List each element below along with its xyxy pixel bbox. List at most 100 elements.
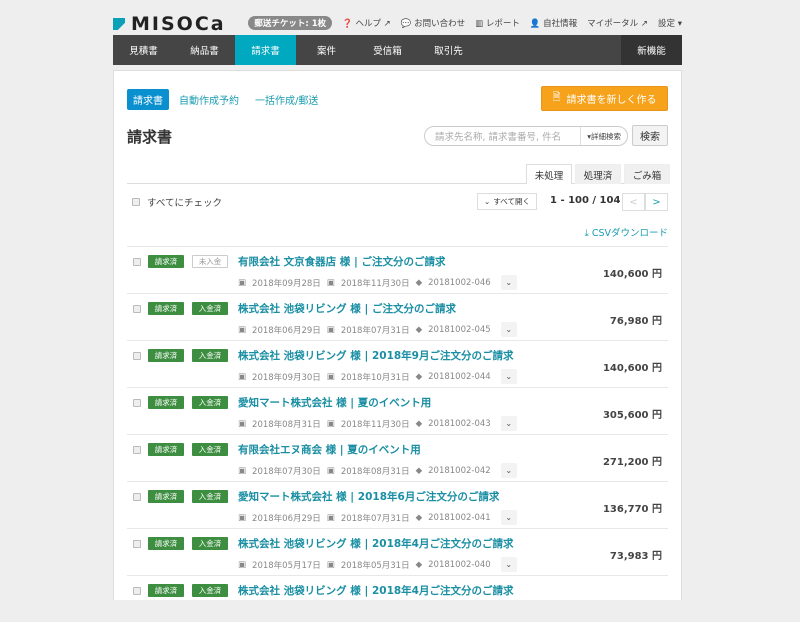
nav-projects[interactable]: 案件	[296, 35, 357, 65]
status-badge: 請求済	[148, 349, 184, 362]
tag-icon: ◆	[415, 324, 423, 335]
row-checkbox[interactable]	[133, 446, 141, 454]
new-invoice-button[interactable]: 🗎 請求書を新しく作る	[541, 86, 668, 111]
tab-trash[interactable]: ごみ箱	[624, 164, 670, 184]
invoice-title-link[interactable]: 株式会社 池袋リビング 様 | 2018年4月ご注文分のご請求	[238, 583, 514, 598]
contact-link[interactable]: 💬 お問い合わせ	[401, 17, 465, 29]
invoice-row: 請求済 入金済 有限会社エヌ商会 様 | 夏のイベント用 ▣ 2018年07月30日…	[127, 434, 668, 481]
prev-page-button[interactable]: <	[622, 193, 645, 211]
expand-button[interactable]: ⌄	[500, 510, 517, 525]
nav-invoices[interactable]: 請求書	[235, 35, 296, 65]
payment-badge[interactable]: 入金済	[192, 443, 228, 456]
search-button[interactable]: 検索	[632, 125, 668, 146]
next-page-button[interactable]: >	[645, 193, 668, 211]
payment-badge[interactable]: 入金済	[192, 537, 228, 550]
nav-delivery[interactable]: 納品書	[174, 35, 235, 65]
expand-button[interactable]: ⌄	[500, 275, 517, 290]
row-checkbox[interactable]	[133, 399, 141, 407]
row-checkbox[interactable]	[133, 540, 141, 548]
invoice-meta: ▣ 2018年05月17日 ▣ 2018年05月31日 ◆ 20181002-040 ⌄	[238, 557, 517, 572]
advanced-search-toggle[interactable]: ▾ 詳細検索	[580, 127, 627, 145]
nav-estimates[interactable]: 見積書	[113, 35, 174, 65]
subtab-bulk[interactable]: 一括作成/郵送	[255, 92, 318, 107]
check-all[interactable]: すべてにチェック	[132, 195, 222, 209]
top-links: 郵送チケット: 1枚 ❓ ヘルプ ↗ 💬 お問い合わせ ▥ レポート 👤 自社情…	[248, 16, 682, 30]
invoice-row: 請求済 入金済 愛知マート株式会社 様 | 2018年6月ご注文分のご請求 ▣ 20…	[127, 481, 668, 528]
nav-new-features[interactable]: 新機能	[621, 35, 682, 65]
invoice-title-link[interactable]: 株式会社 池袋リビング 様 | 2018年4月ご注文分のご請求	[238, 536, 514, 551]
expand-button[interactable]: ⌄	[500, 557, 517, 572]
status-badge: 請求済	[148, 302, 184, 315]
invoice-title-link[interactable]: 株式会社 池袋リビング 様 | ご注文分のご請求	[238, 301, 456, 316]
payment-badge[interactable]: 入金済	[192, 396, 228, 409]
invoice-title-link[interactable]: 株式会社 池袋リビング 様 | 2018年9月ご注文分のご請求	[238, 348, 514, 363]
filter-tabs: 未処理 処理済 ごみ箱	[127, 164, 670, 184]
subtab-invoices[interactable]: 請求書	[127, 89, 169, 110]
invoice-amount: 271,200 円	[602, 457, 662, 468]
expand-button[interactable]: ⌄	[500, 463, 517, 478]
invoice-title-link[interactable]: 有限会社エヌ商会 様 | 夏のイベント用	[238, 442, 421, 457]
main-nav: 見積書 納品書 請求書 案件 受信箱 取引先 新機能	[113, 35, 682, 65]
invoice-title-link[interactable]: 愛知マート株式会社 様 | 夏のイベント用	[238, 395, 431, 410]
row-checkbox[interactable]	[133, 305, 141, 313]
row-checkbox[interactable]	[133, 258, 141, 266]
open-all-button[interactable]: ⌄ すべて開く	[477, 193, 537, 210]
invoice-amount: 73,983 円	[609, 551, 662, 562]
calendar-icon: ▣	[238, 512, 247, 523]
tab-unprocessed[interactable]: 未処理	[526, 164, 572, 184]
company-link[interactable]: 👤 自社情報	[530, 17, 577, 29]
invoice-meta: ▣ 2018年06月29日 ▣ 2018年07月31日 ◆ 20181002-041 ⌄	[238, 510, 517, 525]
calendar-icon: ▣	[326, 559, 335, 570]
invoice-row: 請求済 入金済 株式会社 池袋リビング 様 | ご注文分のご請求 ▣ 2018年06…	[127, 293, 668, 340]
calendar-icon: ▣	[326, 371, 335, 382]
calendar-icon: ▣	[238, 324, 247, 335]
document-icon: 🗎	[552, 92, 561, 103]
settings-menu[interactable]: 設定 ▾	[658, 17, 682, 29]
invoice-row: 請求済 入金済 愛知マート株式会社 様 | 夏のイベント用 ▣ 2018年08月31…	[127, 387, 668, 434]
row-checkbox[interactable]	[133, 587, 141, 595]
tab-processed[interactable]: 処理済	[575, 164, 621, 184]
payment-badge[interactable]: 入金済	[192, 584, 228, 597]
chevron-down-icon: ⌄	[484, 197, 491, 206]
portal-link[interactable]: マイポータル ↗	[587, 17, 648, 29]
payment-badge[interactable]: 未入金	[192, 255, 228, 268]
checkbox[interactable]	[132, 198, 140, 206]
search-input[interactable]: 請求先名称, 請求書番号, 件名 ▾ 詳細検索	[424, 126, 628, 146]
row-checkbox[interactable]	[133, 352, 141, 360]
invoice-amount: 140,600 円	[602, 363, 662, 374]
payment-badge[interactable]: 入金済	[192, 349, 228, 362]
csv-download-link[interactable]: ⤓ CSVダウンロード	[585, 225, 668, 239]
tag-icon: ◆	[415, 465, 423, 476]
status-badge: 請求済	[148, 490, 184, 503]
invoice-meta: ▣ 2018年08月31日 ▣ 2018年11月30日 ◆ 20181002-043 ⌄	[238, 416, 517, 431]
payment-badge[interactable]: 入金済	[192, 490, 228, 503]
nav-clients[interactable]: 取引先	[418, 35, 479, 65]
expand-button[interactable]: ⌄	[500, 322, 517, 337]
nav-inbox[interactable]: 受信箱	[357, 35, 418, 65]
invoice-meta: ▣ 2018年06月29日 ▣ 2018年07月31日 ◆ 20181002-045 ⌄	[238, 322, 517, 337]
status-badge: 請求済	[148, 537, 184, 550]
tag-icon: ◆	[415, 512, 423, 523]
status-badge: 請求済	[148, 396, 184, 409]
tag-icon: ◆	[415, 418, 423, 429]
expand-button[interactable]: ⌄	[500, 369, 517, 384]
invoice-title-link[interactable]: 有限会社 文京食器店 様 | ご注文分のご請求	[238, 254, 445, 269]
status-badge: 請求済	[148, 443, 184, 456]
invoice-amount: 136,770 円	[602, 504, 662, 515]
logo-mark-icon	[113, 18, 125, 30]
misoca-logo[interactable]: MISOCa	[113, 13, 226, 35]
subtab-auto[interactable]: 自動作成予約	[179, 92, 239, 107]
expand-button[interactable]: ⌄	[500, 416, 517, 431]
calendar-icon: ▣	[238, 371, 247, 382]
ticket-badge[interactable]: 郵送チケット: 1枚	[248, 16, 333, 30]
invoice-row: 請求済 未入金 有限会社 文京食器店 様 | ご注文分のご請求 ▣ 2018年09月…	[127, 246, 668, 293]
row-checkbox[interactable]	[133, 493, 141, 501]
payment-badge[interactable]: 入金済	[192, 302, 228, 315]
help-link[interactable]: ❓ ヘルプ ↗	[342, 17, 391, 29]
status-badge: 請求済	[148, 584, 184, 597]
invoice-title-link[interactable]: 愛知マート株式会社 様 | 2018年6月ご注文分のご請求	[238, 489, 499, 504]
report-link[interactable]: ▥ レポート	[475, 17, 520, 29]
download-icon: ⤓	[584, 228, 589, 239]
invoice-amount: 305,600 円	[602, 410, 662, 421]
invoice-row: 請求済 入金済 株式会社 池袋リビング 様 | 2018年9月ご注文分のご請求 ▣…	[127, 340, 668, 387]
